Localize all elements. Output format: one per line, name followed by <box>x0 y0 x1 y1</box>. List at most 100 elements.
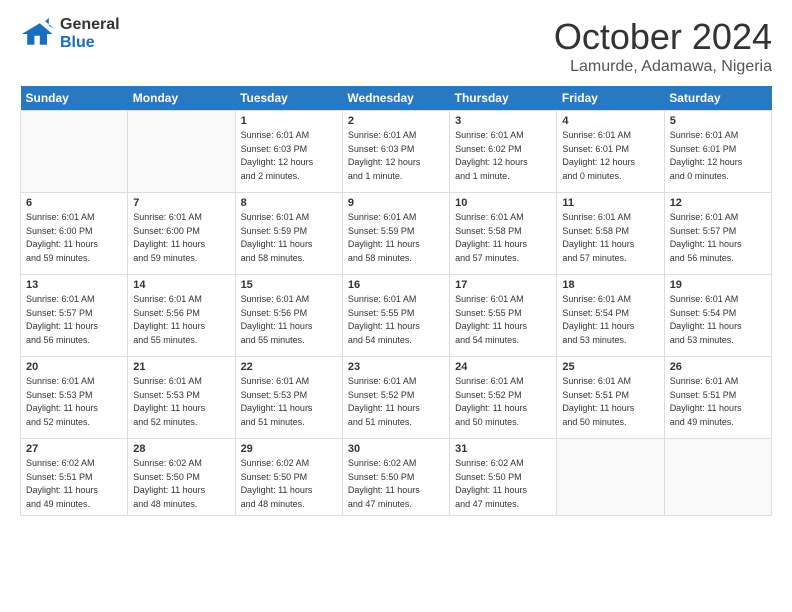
calendar-week-5: 27 Sunrise: 6:02 AMSunset: 5:51 PMDayligh… <box>21 439 772 516</box>
calendar-cell: 11 Sunrise: 6:01 AMSunset: 5:58 PMDayligh… <box>557 193 664 275</box>
calendar-cell: 27 Sunrise: 6:02 AMSunset: 5:51 PMDayligh… <box>21 439 128 516</box>
calendar-cell: 2Sunrise: 6:01 AMSunset: 6:03 PMDaylight… <box>342 111 449 193</box>
day-number: 19 <box>670 279 766 291</box>
day-number: 18 <box>562 279 658 291</box>
day-info: Sunrise: 6:01 AMSunset: 5:58 PMDaylight:… <box>455 211 551 265</box>
day-info: Sunrise: 6:01 AMSunset: 6:01 PMDaylight:… <box>670 129 766 183</box>
day-info: Sunrise: 6:01 AMSunset: 5:51 PMDaylight:… <box>670 375 766 429</box>
day-info: Sunrise: 6:01 AMSunset: 5:59 PMDaylight:… <box>241 211 337 265</box>
day-info: Sunrise: 6:02 AMSunset: 5:51 PMDaylight:… <box>26 457 122 511</box>
day-info: Sunrise: 6:01 AMSunset: 5:57 PMDaylight:… <box>670 211 766 265</box>
logo-icon <box>20 16 56 52</box>
day-info: Sunrise: 6:01 AMSunset: 5:56 PMDaylight:… <box>133 293 229 347</box>
calendar-cell: 6Sunrise: 6:01 AMSunset: 6:00 PMDaylight… <box>21 193 128 275</box>
calendar-header-friday: Friday <box>557 86 664 111</box>
location: Lamurde, Adamawa, Nigeria <box>554 58 772 76</box>
day-info: Sunrise: 6:01 AMSunset: 6:01 PMDaylight:… <box>562 129 658 183</box>
day-info: Sunrise: 6:01 AMSunset: 5:57 PMDaylight:… <box>26 293 122 347</box>
calendar-cell: 31 Sunrise: 6:02 AMSunset: 5:50 PMDayligh… <box>450 439 557 516</box>
calendar-header-tuesday: Tuesday <box>235 86 342 111</box>
calendar-cell <box>128 111 235 193</box>
calendar-header-row: SundayMondayTuesdayWednesdayThursdayFrid… <box>21 86 772 111</box>
calendar-table: SundayMondayTuesdayWednesdayThursdayFrid… <box>20 86 772 516</box>
day-info: Sunrise: 6:02 AMSunset: 5:50 PMDaylight:… <box>241 457 337 511</box>
calendar-cell: 9 Sunrise: 6:01 AMSunset: 5:59 PMDaylight… <box>342 193 449 275</box>
day-number: 15 <box>241 279 337 291</box>
calendar-week-4: 20 Sunrise: 6:01 AMSunset: 5:53 PMDayligh… <box>21 357 772 439</box>
day-info: Sunrise: 6:01 AMSunset: 5:54 PMDaylight:… <box>670 293 766 347</box>
calendar-cell: 1Sunrise: 6:01 AMSunset: 6:03 PMDaylight… <box>235 111 342 193</box>
logo-text: General Blue <box>60 16 120 51</box>
logo: General Blue <box>20 16 120 52</box>
calendar-cell: 28Sunrise: 6:02 AMSunset: 5:50 PMDayligh… <box>128 439 235 516</box>
calendar-header-monday: Monday <box>128 86 235 111</box>
calendar-cell: 15Sunrise: 6:01 AMSunset: 5:56 PMDayligh… <box>235 275 342 357</box>
day-number: 13 <box>26 279 122 291</box>
calendar-cell: 12 Sunrise: 6:01 AMSunset: 5:57 PMDayligh… <box>664 193 771 275</box>
calendar-cell: 25 Sunrise: 6:01 AMSunset: 5:51 PMDayligh… <box>557 357 664 439</box>
day-number: 4 <box>562 115 658 127</box>
day-number: 25 <box>562 361 658 373</box>
day-number: 30 <box>348 443 444 455</box>
day-number: 11 <box>562 197 658 209</box>
day-number: 12 <box>670 197 766 209</box>
day-number: 10 <box>455 197 551 209</box>
day-info: Sunrise: 6:01 AMSunset: 5:53 PMDaylight:… <box>241 375 337 429</box>
day-number: 29 <box>241 443 337 455</box>
calendar-cell: 3Sunrise: 6:01 AMSunset: 6:02 PMDaylight… <box>450 111 557 193</box>
day-number: 1 <box>241 115 337 127</box>
calendar-week-1: 1 Sunrise: 6:01 AMSunset: 6:03 PMDaylight… <box>21 111 772 193</box>
calendar-header-sunday: Sunday <box>21 86 128 111</box>
day-info: Sunrise: 6:01 AMSunset: 5:59 PMDaylight:… <box>348 211 444 265</box>
calendar-cell: 30 Sunrise: 6:02 AMSunset: 5:50 PMDayligh… <box>342 439 449 516</box>
calendar-cell: 10 Sunrise: 6:01 AMSunset: 5:58 PMDayligh… <box>450 193 557 275</box>
day-info: Sunrise: 6:01 AMSunset: 5:55 PMDaylight:… <box>455 293 551 347</box>
day-number: 22 <box>241 361 337 373</box>
calendar-cell: 29 Sunrise: 6:02 AMSunset: 5:50 PMDayligh… <box>235 439 342 516</box>
day-info: Sunrise: 6:02 AMSunset: 5:50 PMDaylight:… <box>348 457 444 511</box>
day-number: 21 <box>133 361 229 373</box>
day-info: Sunrise: 6:02 AMSunset: 5:50 PMDaylight:… <box>133 457 229 511</box>
title-block: October 2024 Lamurde, Adamawa, Nigeria <box>554 16 772 76</box>
calendar-cell: 17 Sunrise: 6:01 AMSunset: 5:55 PMDayligh… <box>450 275 557 357</box>
logo-blue: Blue <box>60 34 120 52</box>
day-number: 3 <box>455 115 551 127</box>
header: General Blue October 2024 Lamurde, Adama… <box>20 16 772 76</box>
calendar-cell <box>21 111 128 193</box>
calendar-cell: 7 Sunrise: 6:01 AMSunset: 6:00 PMDaylight… <box>128 193 235 275</box>
calendar-cell: 20 Sunrise: 6:01 AMSunset: 5:53 PMDayligh… <box>21 357 128 439</box>
day-info: Sunrise: 6:01 AMSunset: 6:03 PMDaylight:… <box>348 129 444 183</box>
day-number: 8 <box>241 197 337 209</box>
calendar-cell: 13 Sunrise: 6:01 AMSunset: 5:57 PMDayligh… <box>21 275 128 357</box>
day-number: 20 <box>26 361 122 373</box>
day-number: 16 <box>348 279 444 291</box>
calendar-cell: 8 Sunrise: 6:01 AMSunset: 5:59 PMDaylight… <box>235 193 342 275</box>
calendar-cell: 4 Sunrise: 6:01 AMSunset: 6:01 PMDaylight… <box>557 111 664 193</box>
calendar-cell <box>664 439 771 516</box>
day-number: 31 <box>455 443 551 455</box>
day-number: 24 <box>455 361 551 373</box>
calendar-cell: 23 Sunrise: 6:01 AMSunset: 5:52 PMDayligh… <box>342 357 449 439</box>
calendar-cell: 14Sunrise: 6:01 AMSunset: 5:56 PMDayligh… <box>128 275 235 357</box>
calendar-cell: 26Sunrise: 6:01 AMSunset: 5:51 PMDayligh… <box>664 357 771 439</box>
day-info: Sunrise: 6:01 AMSunset: 5:58 PMDaylight:… <box>562 211 658 265</box>
calendar-cell: 5Sunrise: 6:01 AMSunset: 6:01 PMDaylight… <box>664 111 771 193</box>
calendar-header-wednesday: Wednesday <box>342 86 449 111</box>
calendar-cell: 21Sunrise: 6:01 AMSunset: 5:53 PMDayligh… <box>128 357 235 439</box>
day-number: 27 <box>26 443 122 455</box>
calendar-cell: 18Sunrise: 6:01 AMSunset: 5:54 PMDayligh… <box>557 275 664 357</box>
calendar-week-3: 13 Sunrise: 6:01 AMSunset: 5:57 PMDayligh… <box>21 275 772 357</box>
month-title: October 2024 <box>554 16 772 58</box>
day-number: 9 <box>348 197 444 209</box>
calendar-cell: 22 Sunrise: 6:01 AMSunset: 5:53 PMDayligh… <box>235 357 342 439</box>
day-info: Sunrise: 6:01 AMSunset: 5:53 PMDaylight:… <box>26 375 122 429</box>
day-number: 7 <box>133 197 229 209</box>
day-info: Sunrise: 6:01 AMSunset: 5:51 PMDaylight:… <box>562 375 658 429</box>
calendar-cell: 24Sunrise: 6:01 AMSunset: 5:52 PMDayligh… <box>450 357 557 439</box>
day-number: 17 <box>455 279 551 291</box>
day-info: Sunrise: 6:02 AMSunset: 5:50 PMDaylight:… <box>455 457 551 511</box>
day-info: Sunrise: 6:01 AMSunset: 6:00 PMDaylight:… <box>133 211 229 265</box>
day-number: 23 <box>348 361 444 373</box>
day-number: 6 <box>26 197 122 209</box>
day-info: Sunrise: 6:01 AMSunset: 5:52 PMDaylight:… <box>348 375 444 429</box>
